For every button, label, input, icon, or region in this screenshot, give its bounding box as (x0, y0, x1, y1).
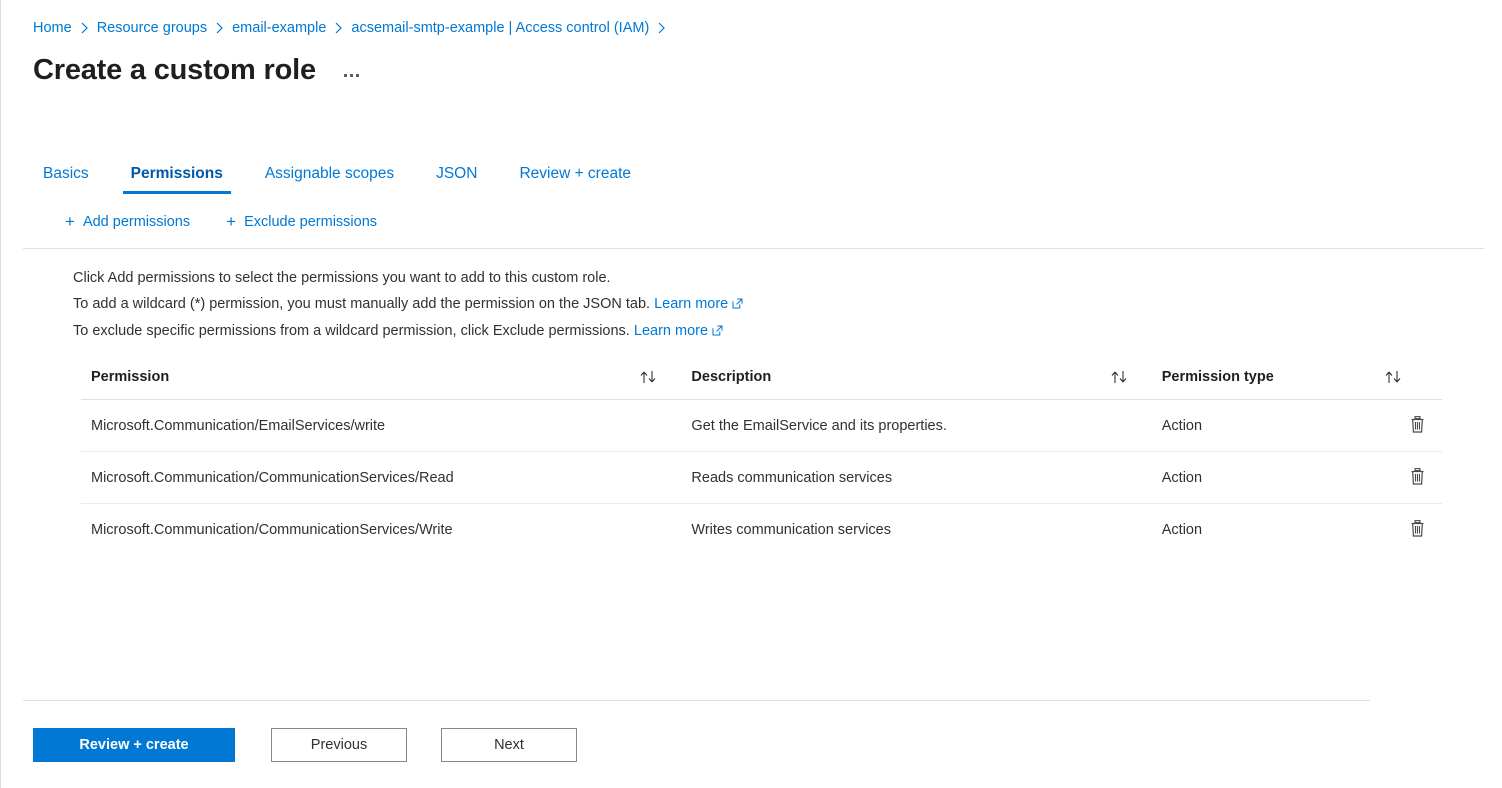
breadcrumb-item-home[interactable]: Home (33, 18, 72, 38)
ellipsis-dot (356, 73, 360, 77)
cell-delete (1371, 399, 1442, 452)
command-bar: + Add permissions + Exclude permissions (1, 202, 1502, 242)
ellipsis-dot (350, 73, 354, 77)
review-create-button[interactable]: Review + create (33, 728, 235, 762)
title-row: Create a custom role (1, 38, 1502, 88)
chevron-right-icon (335, 22, 343, 34)
cell-description: Reads communication services (681, 451, 1152, 504)
footer-actions: Review + create Previous Next (33, 728, 611, 762)
chevron-right-icon (658, 22, 666, 34)
trash-icon[interactable] (1407, 465, 1428, 488)
instruction-line-1: Click Add permissions to select the perm… (73, 270, 611, 286)
column-header-permission-type: Permission type (1151, 363, 1442, 400)
column-header-permission-label: Permission (91, 369, 170, 385)
cell-permission: Microsoft.Communication/EmailServices/wr… (81, 399, 682, 452)
tab-permissions[interactable]: Permissions (121, 164, 233, 194)
instruction-line-2-text: To add a wildcard (*) permission, you mu… (73, 296, 651, 312)
tab-json[interactable]: JSON (426, 164, 487, 194)
learn-more-link-wildcard[interactable]: Learn more (654, 296, 728, 312)
column-header-permission-type-label: Permission type (1161, 369, 1274, 385)
tab-basics[interactable]: Basics (33, 164, 99, 194)
page-title: Create a custom role (33, 54, 316, 86)
instructions-block: Click Add permissions to select the perm… (1, 249, 1502, 345)
tab-review-create[interactable]: Review + create (509, 164, 641, 194)
add-permissions-label: Add permissions (82, 214, 191, 230)
table-body: Microsoft.Communication/EmailServices/wr… (81, 399, 1442, 556)
cell-description: Get the EmailService and its properties. (681, 399, 1152, 452)
external-link-icon (732, 292, 743, 318)
cell-delete (1371, 451, 1442, 504)
table-row[interactable]: Microsoft.Communication/EmailServices/wr… (81, 399, 1442, 452)
table-row[interactable]: Microsoft.Communication/CommunicationSer… (81, 451, 1442, 504)
permissions-table-container: Permission Description Permission type M… (1, 363, 1502, 555)
sort-updown-icon[interactable] (1110, 370, 1130, 384)
cell-description: Writes communication services (691, 521, 891, 538)
tab-assignable-scopes[interactable]: Assignable scopes (255, 164, 404, 194)
cell-permission-type: Action (1151, 399, 1372, 452)
instruction-line-2: To add a wildcard (*) permission, you mu… (73, 291, 1502, 318)
ellipsis-dot (344, 73, 348, 77)
chevron-right-icon (216, 22, 223, 34)
trash-icon[interactable] (1407, 517, 1428, 540)
breadcrumb-item-resource-groups[interactable]: Resource groups (97, 18, 207, 38)
breadcrumb-item-access-control[interactable]: acsemail-smtp-example | Access control (… (351, 18, 649, 38)
exclude-permissions-label: Exclude permissions (244, 214, 378, 230)
footer-divider (23, 700, 1370, 701)
external-link-icon (712, 319, 723, 345)
add-permissions-button[interactable]: + Add permissions (63, 210, 192, 234)
column-header-description: Description (681, 363, 1152, 400)
table-row[interactable]: Microsoft.Communication/CommunicationSer… (81, 504, 1442, 556)
cell-permission-type: Action (1161, 521, 1203, 538)
cell-permission: Microsoft.Communication/CommunicationSer… (81, 451, 682, 504)
table-header-row: Permission Description Permission type (81, 363, 1442, 400)
instruction-line-3-text: To exclude specific permissions from a w… (73, 323, 630, 339)
sort-updown-icon[interactable] (639, 370, 659, 384)
trash-icon[interactable] (1407, 413, 1428, 436)
column-header-permission: Permission (81, 363, 682, 400)
blade-container: Home Resource groups email-example acsem… (0, 0, 1502, 788)
instruction-line-3: To exclude specific permissions from a w… (73, 318, 1502, 345)
breadcrumb: Home Resource groups email-example acsem… (1, 0, 1502, 38)
breadcrumb-item-email-example[interactable]: email-example (232, 18, 326, 38)
exclude-permissions-button[interactable]: + Exclude permissions (224, 210, 379, 234)
ellipsis-icon[interactable] (338, 63, 366, 87)
column-header-description-label: Description (691, 369, 772, 385)
sort-updown-icon[interactable] (1384, 370, 1404, 384)
permissions-table: Permission Description Permission type M… (81, 363, 1442, 555)
cell-permission: Microsoft.Communication/CommunicationSer… (91, 521, 453, 538)
plus-icon: + (226, 212, 237, 231)
learn-more-link-exclude[interactable]: Learn more (634, 323, 708, 339)
cell-delete (1372, 504, 1442, 556)
previous-button[interactable]: Previous (271, 728, 407, 762)
next-button[interactable]: Next (441, 728, 577, 762)
tab-bar: Basics Permissions Assignable scopes JSO… (1, 152, 1502, 194)
table-header: Permission Description Permission type (81, 363, 1442, 400)
cell-permission-type: Action (1151, 451, 1372, 504)
chevron-right-icon (81, 22, 88, 34)
plus-icon: + (65, 212, 75, 231)
